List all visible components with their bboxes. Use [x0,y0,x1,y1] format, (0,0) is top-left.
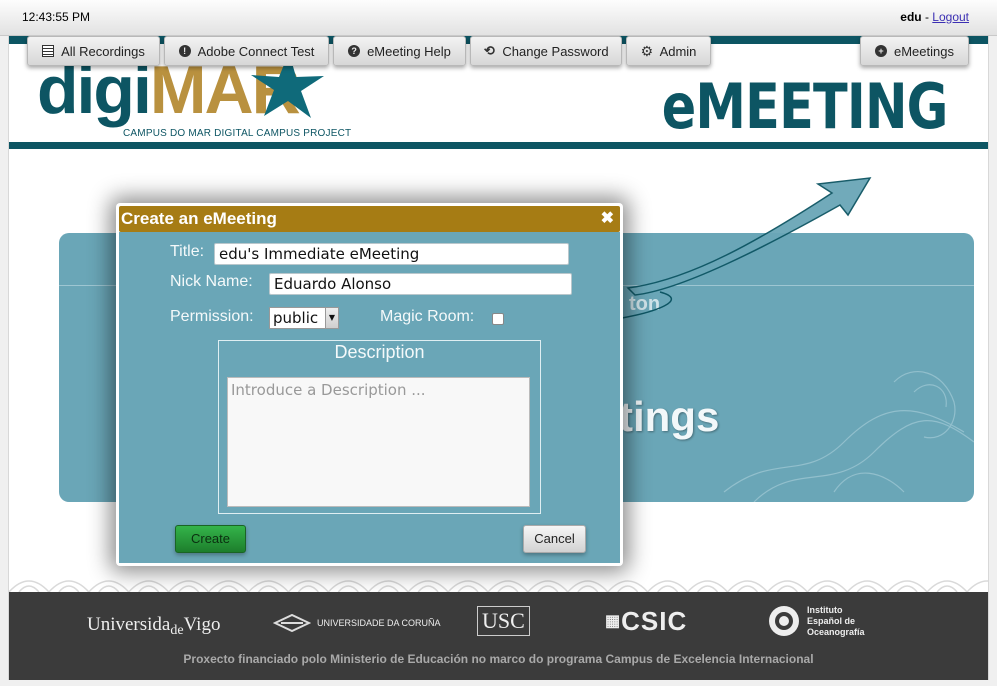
magic-room-checkbox[interactable] [492,313,504,325]
magic-room-label: Magic Room: [380,308,475,325]
description-legend: Description [334,342,425,362]
description-fieldset: Description Introduce a Description ... [218,340,541,514]
title-label: Title: [170,243,205,260]
title-input[interactable]: edu's Immediate eMeeting [214,243,569,265]
permission-select[interactable]: public ▼ [269,307,339,329]
cancel-button[interactable]: Cancel [523,525,586,553]
description-textarea[interactable]: Introduce a Description ... [227,377,530,507]
nick-name-input[interactable]: Eduardo Alonso [269,273,572,295]
dialog-title: Create an eMeeting [121,209,277,228]
close-icon[interactable]: ✖ [601,206,614,232]
create-button[interactable]: Create [175,525,246,553]
permission-value: public [273,309,319,327]
dialog-body: Title: edu's Immediate eMeeting Nick Nam… [119,232,620,563]
nick-name-label: Nick Name: [170,273,253,290]
dialog-title-bar[interactable]: Create an eMeeting ✖ [119,206,620,232]
chevron-down-icon: ▼ [325,308,338,328]
create-emeeting-dialog: Create an eMeeting ✖ Title: edu's Immedi… [116,203,623,566]
permission-label: Permission: [170,308,254,325]
